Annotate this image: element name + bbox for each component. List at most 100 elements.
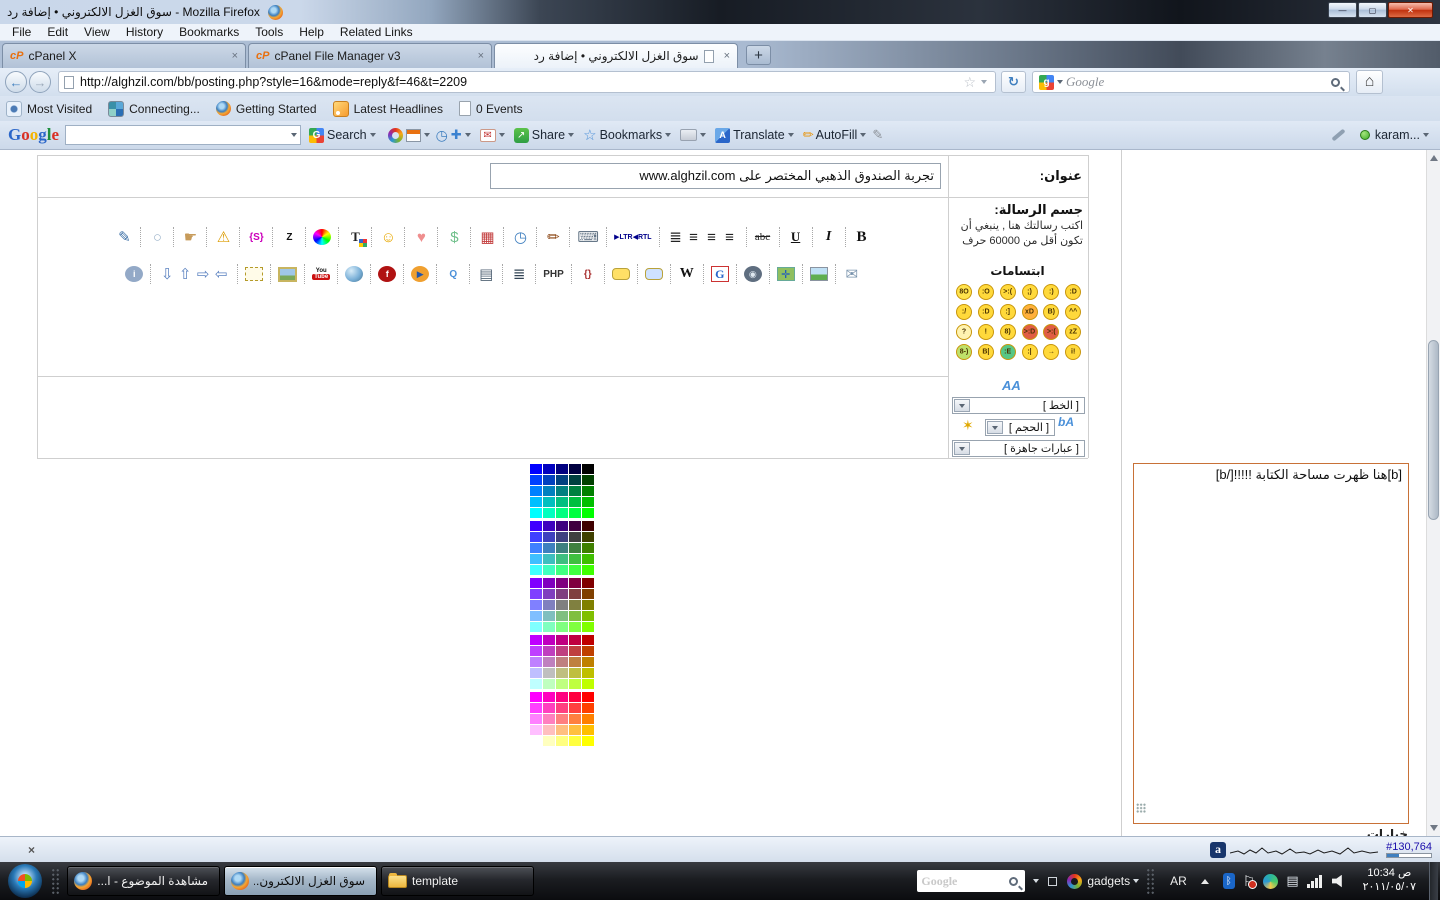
clipboard-icon[interactable]: ▤ — [1286, 873, 1298, 889]
palette-color[interactable] — [582, 622, 594, 632]
form-icon[interactable]: ▤ — [477, 265, 495, 283]
heart-icon[interactable]: ♥ — [412, 228, 430, 246]
palette-color[interactable] — [556, 475, 568, 485]
menu-item-help[interactable]: Help — [291, 25, 332, 39]
translate-button[interactable]: A Translate — [715, 128, 797, 143]
smiley-mad[interactable]: >:( — [1000, 284, 1016, 300]
palette-color[interactable] — [543, 532, 555, 542]
history-clock-icon[interactable]: ◷ — [436, 127, 448, 144]
smiley-confused[interactable]: :/ — [956, 304, 972, 320]
palette-color[interactable] — [569, 725, 581, 735]
smiley-nerd[interactable]: B| — [978, 344, 994, 360]
desktop-search-dropdown-icon[interactable] — [1033, 879, 1039, 883]
bookmarks-dropdown-icon[interactable] — [665, 133, 671, 137]
volume-icon[interactable] — [1332, 875, 1347, 888]
maximize-button[interactable]: ▢ — [1358, 2, 1387, 18]
message-textarea[interactable]: [b]هنا ظهرت مساحة الكتابة !!!!![/b] — [1133, 463, 1409, 824]
palette-color[interactable] — [569, 600, 581, 610]
palette-color[interactable] — [556, 486, 568, 496]
smiley-wink[interactable]: ;) — [1022, 284, 1038, 300]
toolbar-search-button[interactable]: Search — [327, 128, 379, 142]
media-play-icon[interactable]: ▶ — [411, 266, 429, 282]
palette-color[interactable] — [530, 600, 542, 610]
edit-pencil-icon[interactable]: ✎ — [872, 127, 883, 143]
palette-color[interactable] — [530, 611, 542, 621]
palette-color[interactable] — [530, 521, 542, 531]
dollar-icon[interactable]: $ — [445, 228, 463, 246]
smiley-twisted[interactable]: >:D — [1022, 324, 1038, 340]
autofill-dropdown-icon[interactable] — [860, 133, 866, 137]
antivirus-icon[interactable] — [1263, 874, 1278, 889]
strikethrough-icon[interactable]: abc — [754, 228, 772, 246]
palette-color[interactable] — [582, 611, 594, 621]
scrollbar-thumb[interactable] — [1428, 340, 1439, 520]
palette-color[interactable] — [530, 497, 542, 507]
palette-color[interactable] — [556, 703, 568, 713]
palette-color[interactable] — [569, 464, 581, 474]
page-warning-icon[interactable]: ⚠ — [214, 228, 232, 246]
palette-color[interactable] — [543, 657, 555, 667]
smiley-greenteeth[interactable]: :E — [1000, 344, 1016, 360]
smiley-grin[interactable]: :D — [1065, 284, 1081, 300]
palette-color[interactable] — [582, 703, 594, 713]
align-right-icon[interactable]: ≡ — [721, 228, 739, 246]
palette-color[interactable] — [556, 692, 568, 702]
search-options-dropdown-icon[interactable] — [370, 133, 376, 137]
picture-frame-icon[interactable] — [278, 267, 297, 282]
palette-color[interactable] — [569, 714, 581, 724]
palette-color[interactable] — [582, 464, 594, 474]
marquee-icon[interactable] — [245, 267, 263, 281]
smiley-question[interactable]: ? — [956, 324, 972, 340]
taskbar-clock[interactable]: 10:34 ص ٢٠١١/٠٥/٠٧ — [1363, 867, 1416, 895]
gadgets-button[interactable]: gadgets — [1067, 874, 1142, 889]
bluetooth-icon[interactable]: ᛒ — [1223, 873, 1235, 889]
palette-color[interactable] — [543, 692, 555, 702]
url-dropdown-icon[interactable] — [981, 80, 987, 84]
pagerank-icon[interactable] — [388, 128, 403, 143]
search-placeholder[interactable]: Google — [1066, 74, 1328, 90]
align-left-icon[interactable]: ≡ — [703, 228, 721, 246]
arrow-down-icon[interactable]: ⇩ — [158, 265, 176, 283]
palette-color[interactable] — [543, 668, 555, 678]
show-desktop-button[interactable] — [1429, 862, 1438, 900]
palette-color[interactable] — [582, 475, 594, 485]
phrases-dropdown[interactable]: [ عبارات جاهزة ] — [952, 440, 1085, 457]
palette-color[interactable] — [543, 464, 555, 474]
palette-color[interactable] — [543, 521, 555, 531]
palette-color[interactable] — [582, 646, 594, 656]
palette-color[interactable] — [569, 657, 581, 667]
palette-color[interactable] — [543, 611, 555, 621]
bookmark-most-visited[interactable]: Most Visited — [6, 101, 92, 117]
php-icon[interactable]: PHP — [543, 265, 564, 283]
camera-icon[interactable]: ◉ — [744, 266, 762, 282]
share-dropdown-icon[interactable] — [568, 133, 574, 137]
menu-item-bookmarks[interactable]: Bookmarks — [171, 25, 247, 39]
palette-color[interactable] — [556, 589, 568, 599]
palette-color[interactable] — [556, 508, 568, 518]
smiley-geek[interactable]: 8-) — [956, 344, 972, 360]
flash-icon[interactable]: f — [378, 266, 396, 282]
palette-color[interactable] — [530, 657, 542, 667]
home-button[interactable]: ⌂ — [1356, 70, 1383, 94]
rainbow-color-icon[interactable] — [313, 229, 331, 245]
wrench-icon[interactable] — [1331, 129, 1345, 142]
smiley-shocked[interactable]: 8O — [956, 284, 972, 300]
action-center-flag-icon[interactable]: ⚐ — [1243, 873, 1256, 890]
palette-color[interactable] — [569, 611, 581, 621]
palette-color[interactable] — [582, 543, 594, 553]
media-globe-icon[interactable] — [345, 266, 363, 282]
smiley-idea[interactable]: i! — [1065, 344, 1081, 360]
window-tool-dropdown-icon[interactable] — [424, 133, 430, 137]
palette-color[interactable] — [582, 578, 594, 588]
smiley-smile[interactable]: :) — [1043, 284, 1059, 300]
palette-color[interactable] — [530, 589, 542, 599]
close-button[interactable]: ✕ — [1388, 2, 1433, 18]
palette-color[interactable] — [530, 714, 542, 724]
arrow-left-icon[interactable]: ⇦ — [212, 265, 230, 283]
palette-color[interactable] — [556, 679, 568, 689]
size-dropdown[interactable]: [ الحجم ] — [985, 419, 1055, 436]
palette-color[interactable] — [582, 508, 594, 518]
palette-color[interactable] — [543, 543, 555, 553]
smiley-neutral[interactable]: :| — [1022, 344, 1038, 360]
tab-close-icon[interactable]: × — [232, 50, 238, 62]
